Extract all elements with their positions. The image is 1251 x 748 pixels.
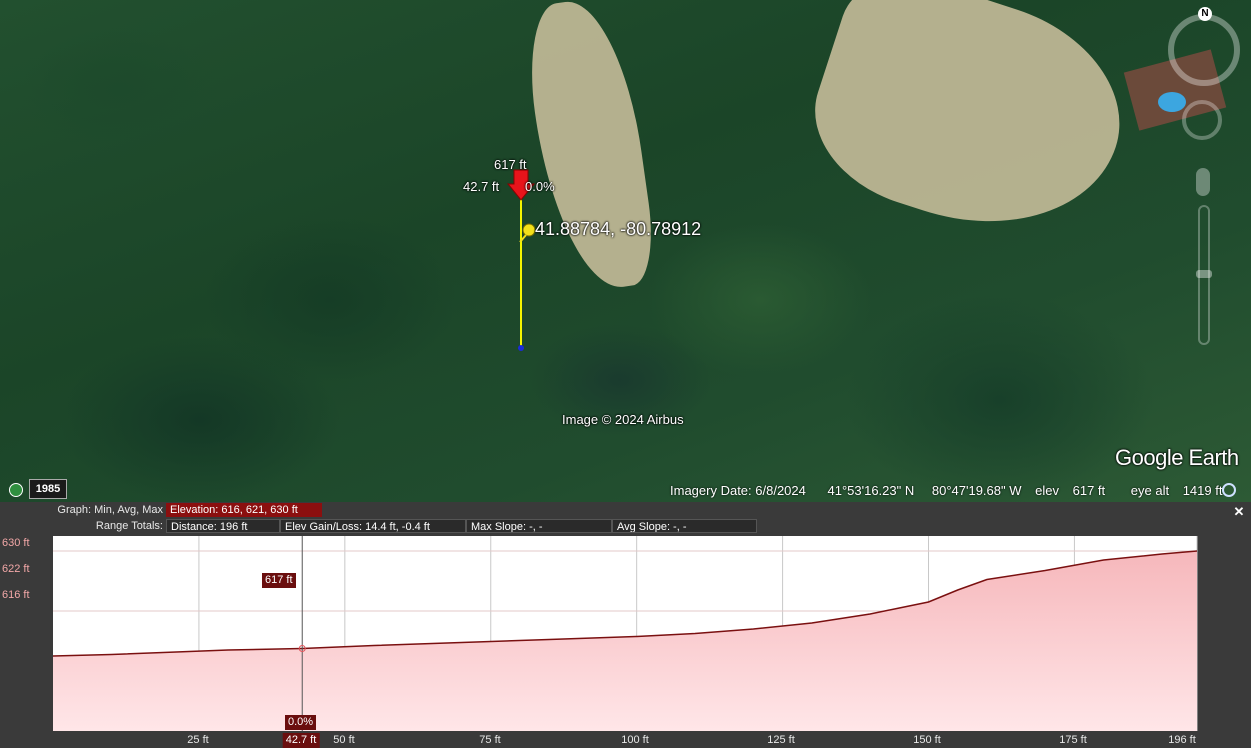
x-tick-label: 150 ft xyxy=(913,734,941,746)
x-tick-label: 125 ft xyxy=(767,734,795,746)
marker-elevation-label: 617 ft xyxy=(494,157,527,172)
elevation-profile-chart[interactable] xyxy=(0,502,1251,748)
pin-coordinates-label[interactable]: 41.88784, -80.78912 xyxy=(535,219,701,240)
elev-value: 617 ft xyxy=(1072,483,1106,498)
x-tick-label: 100 ft xyxy=(621,734,649,746)
status-bar: Imagery Date: 6/8/2024 41°53'16.23" N 80… xyxy=(670,483,1230,498)
pushpin-icon xyxy=(519,223,536,243)
imagery-copyright: Image © 2024 Airbus xyxy=(562,412,684,427)
streaming-status-icon xyxy=(1222,483,1236,497)
cursor-value-label: 617 ft xyxy=(262,573,296,588)
historical-imagery-clock-icon[interactable] xyxy=(9,483,23,497)
look-joystick-ring[interactable] xyxy=(1182,100,1222,140)
x-tick-label: 25 ft xyxy=(187,734,209,746)
longitude: 80°47'19.68" W xyxy=(931,483,1022,498)
latitude: 41°53'16.23" N xyxy=(827,483,915,498)
zoom-slider-thumb[interactable] xyxy=(1196,270,1212,278)
measure-end-point xyxy=(518,345,524,351)
google-earth-logo: Google Earth xyxy=(1115,445,1239,470)
x-tick-label: 175 ft xyxy=(1059,734,1087,746)
cursor-x-label: 42.7 ft xyxy=(282,733,320,748)
x-tick-label: 196 ft xyxy=(1168,734,1196,746)
elevation-profile-panel: Graph: Min, Avg, Max Elevation: 616, 621… xyxy=(0,502,1251,748)
x-tick-label: 75 ft xyxy=(479,734,501,746)
compass-ring[interactable] xyxy=(1168,14,1240,86)
historical-year-badge[interactable]: 1985 xyxy=(29,479,67,499)
cursor-slope-label: 0.0% xyxy=(285,715,317,730)
compass-north-icon[interactable]: N xyxy=(1198,7,1212,21)
elev-label: elev xyxy=(1035,483,1059,498)
map-view[interactable]: 617 ft 42.7 ft 0.0% 41.88784, -80.78912 … xyxy=(0,0,1251,502)
marker-slope-label: 0.0% xyxy=(525,179,555,194)
imagery-date: Imagery Date: 6/8/2024 xyxy=(670,483,806,498)
street-view-pegman-icon[interactable] xyxy=(1196,168,1210,196)
marker-distance-label: 42.7 ft xyxy=(463,179,500,194)
eye-alt-value: 1419 ft xyxy=(1182,483,1223,498)
eye-alt-label: eye alt xyxy=(1130,483,1170,498)
x-tick-label: 50 ft xyxy=(333,734,355,746)
